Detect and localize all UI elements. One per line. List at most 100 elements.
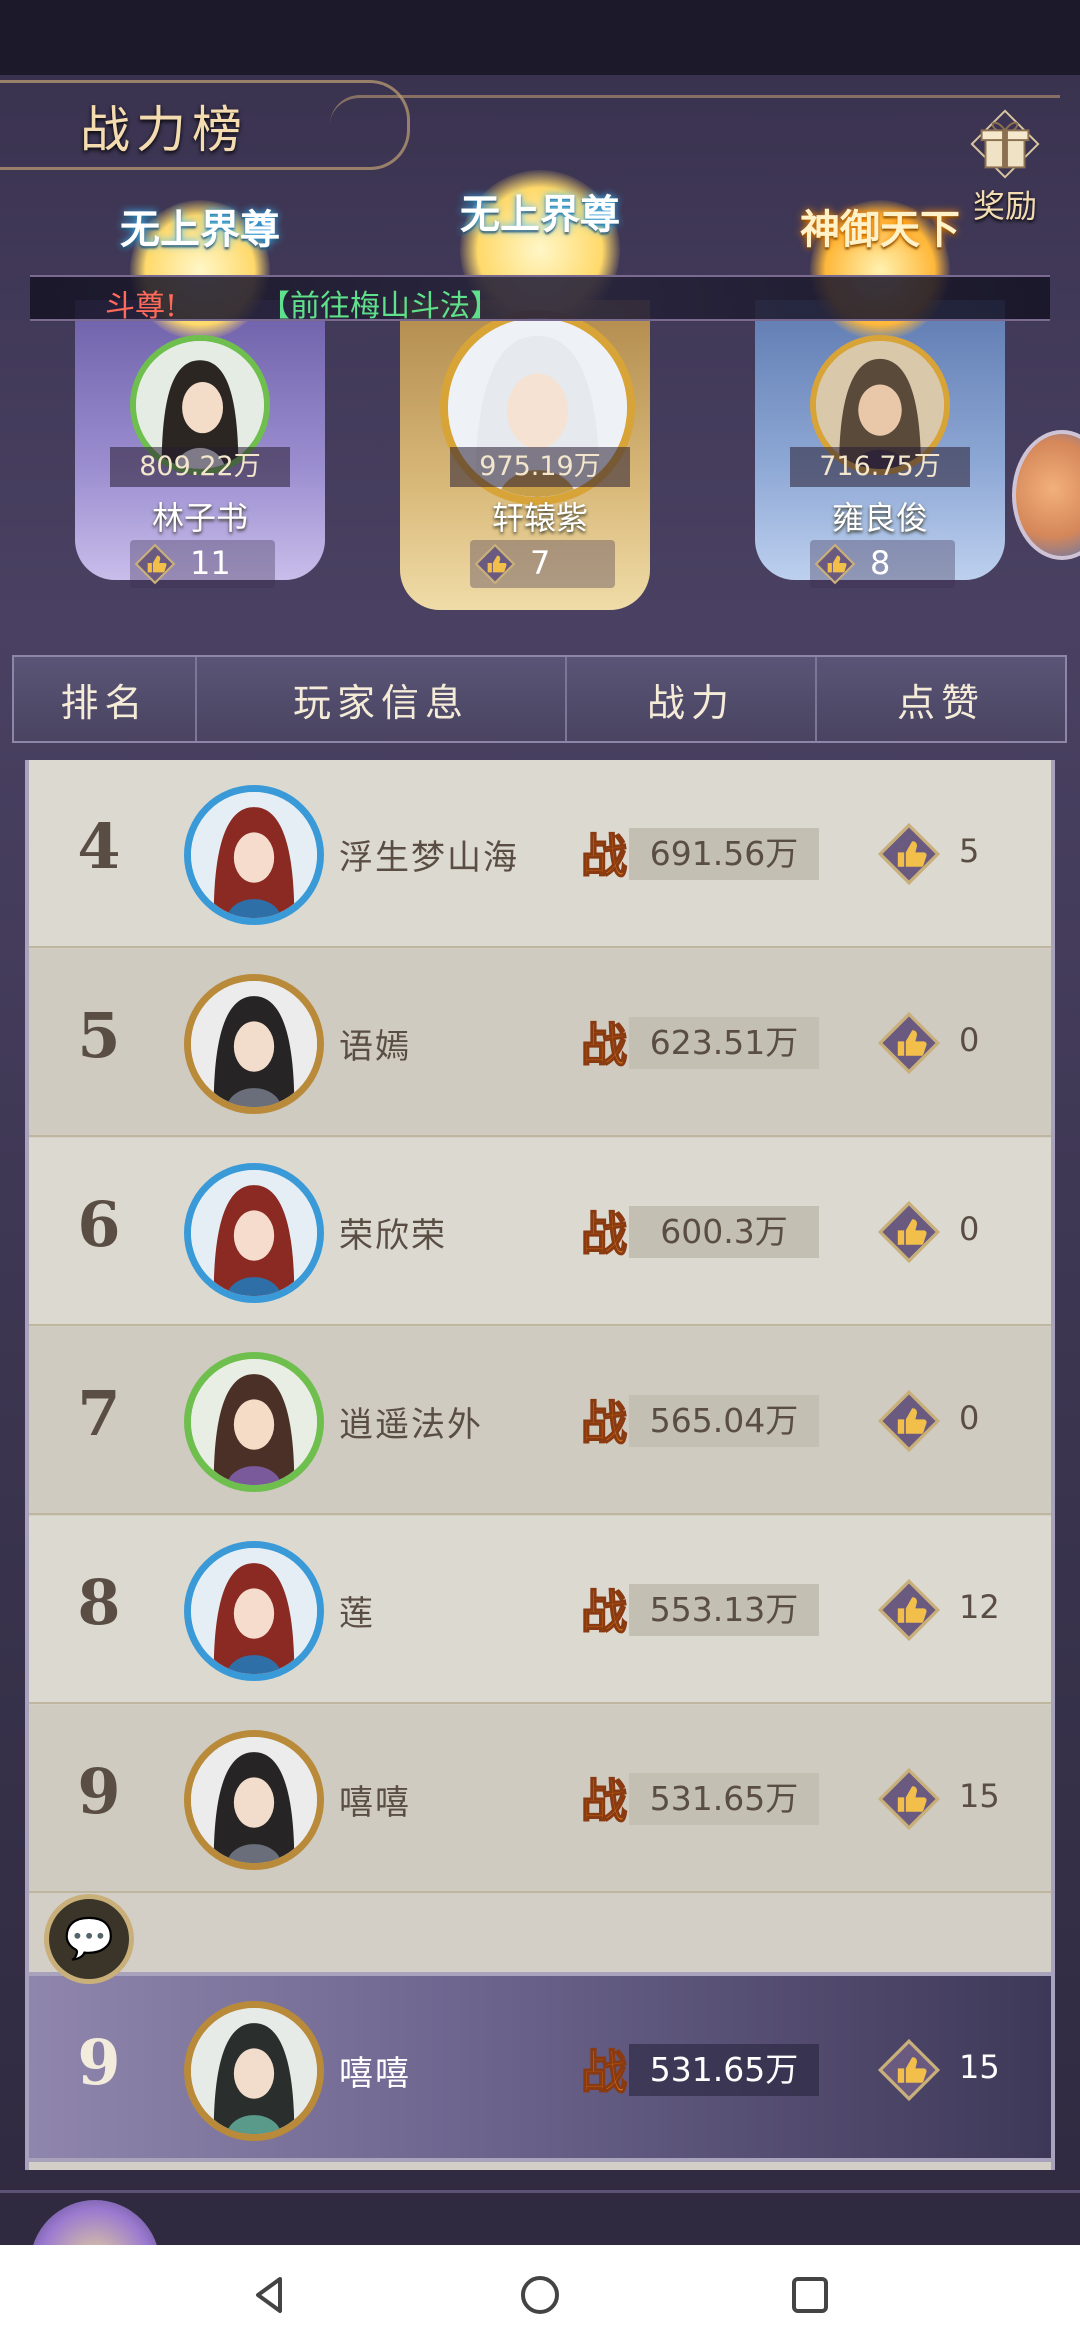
row-rank: 9 xyxy=(77,1755,121,1828)
thumbs-up-icon[interactable] xyxy=(877,1011,941,1075)
title-badge-rank-2: 无上界尊 xyxy=(120,206,280,253)
zhan-battle-icon: 战 xyxy=(580,1017,628,1073)
character-portrait xyxy=(191,792,317,918)
my-like-count: 15 xyxy=(959,2048,1000,2086)
zhan-battle-icon: 战 xyxy=(580,1395,628,1451)
row-rank: 7 xyxy=(77,1377,121,1450)
ticker-text: 斗尊! xyxy=(105,289,178,324)
svg-text:战: 战 xyxy=(581,1207,627,1261)
row-rank: 4 xyxy=(77,810,121,883)
recents-icon[interactable] xyxy=(780,2265,840,2325)
row-player-name: 莲 xyxy=(339,1594,375,1634)
row-power: 565.04万 xyxy=(629,1395,819,1447)
system-nav-bar xyxy=(0,2245,1080,2340)
thumbs-up-icon xyxy=(474,543,516,585)
row-player-name: 荣欣荣 xyxy=(339,1216,447,1256)
thumbs-up-icon xyxy=(814,543,856,585)
bottom-decoration xyxy=(0,2190,1080,2245)
svg-text:战: 战 xyxy=(581,1396,627,1450)
back-icon[interactable] xyxy=(240,2265,300,2325)
header-likes: 点赞 xyxy=(896,680,985,725)
ticker-link[interactable]: 【前往梅山斗法】 xyxy=(260,281,500,325)
table-row[interactable]: 5 语嫣 战 623.51万 0 xyxy=(29,949,1051,1137)
my-name: 嘻嘻 xyxy=(339,2054,411,2094)
my-rank: 9 xyxy=(77,2026,121,2099)
row-like-count: 0 xyxy=(959,1210,980,1248)
like-count: 8 xyxy=(870,544,891,582)
character-portrait xyxy=(191,1170,317,1296)
my-power: 531.65万 xyxy=(629,2044,819,2096)
svg-text:战: 战 xyxy=(581,2045,627,2099)
top-power-rank-3: 716.75万 xyxy=(790,447,970,487)
header-rank: 排名 xyxy=(14,657,197,741)
like-button-rank-3[interactable]: 8 xyxy=(810,540,955,588)
table-row[interactable]: 6 荣欣荣 战 600.3万 0 xyxy=(29,1138,1051,1326)
top-name-rank-3: 雍良俊 xyxy=(831,499,928,537)
page-title: 战力榜 xyxy=(80,101,248,159)
thumbs-up-icon[interactable] xyxy=(877,1389,941,1453)
character-portrait xyxy=(191,1548,317,1674)
status-bar xyxy=(0,0,1080,75)
zhan-battle-icon: 战 xyxy=(580,1773,628,1829)
row-avatar[interactable] xyxy=(184,1541,324,1681)
row-power: 531.65万 xyxy=(629,1773,819,1825)
row-avatar[interactable] xyxy=(184,974,324,1114)
table-row[interactable]: 7 逍遥法外 战 565.04万 0 xyxy=(29,1327,1051,1515)
announcement-ticker: 斗尊! 【前往梅山斗法】 xyxy=(30,275,1050,324)
row-power: 553.13万 xyxy=(629,1584,819,1636)
row-player-name: 逍遥法外 xyxy=(339,1405,483,1445)
header-power: 战力 xyxy=(567,657,817,741)
row-avatar[interactable] xyxy=(184,1730,324,1870)
top-power-rank-1: 975.19万 xyxy=(450,447,630,487)
row-power: 691.56万 xyxy=(629,828,819,880)
like-button-rank-1[interactable]: 7 xyxy=(470,540,615,588)
like-button-rank-2[interactable]: 11 xyxy=(130,540,275,588)
row-power: 623.51万 xyxy=(629,1017,819,1069)
thumbs-up-icon[interactable] xyxy=(877,1200,941,1264)
gift-icon xyxy=(970,109,1040,179)
my-avatar[interactable] xyxy=(184,2001,324,2141)
row-player-name: 浮生梦山海 xyxy=(339,838,519,878)
top-name-rank-1: 轩辕紫 xyxy=(491,499,588,537)
like-count: 7 xyxy=(530,544,551,582)
character-portrait xyxy=(191,981,317,1107)
table-row[interactable]: 9 嘻嘻 战 531.65万 15 xyxy=(29,1705,1051,1893)
thumbs-up-icon xyxy=(134,543,176,585)
character-portrait xyxy=(191,1359,317,1485)
thumbs-up-icon[interactable] xyxy=(877,1578,941,1642)
top-name-rank-2: 林子书 xyxy=(151,499,248,537)
table-row[interactable]: 8 莲 战 553.13万 12 xyxy=(29,1516,1051,1704)
title-badge-rank-3: 神御天下 xyxy=(800,206,960,253)
row-player-name: 嘻嘻 xyxy=(339,1783,411,1823)
row-rank: 6 xyxy=(77,1188,121,1261)
chat-button[interactable]: 💬 xyxy=(44,1894,134,1984)
zhan-battle-icon: 战 xyxy=(580,2044,628,2100)
zhan-battle-icon: 战 xyxy=(580,1584,628,1640)
row-rank: 5 xyxy=(77,999,121,1072)
chat-bubble-icon: 💬 xyxy=(64,1916,114,1962)
table-row[interactable]: 4 浮生梦山海 战 691.56万 5 xyxy=(29,760,1051,948)
row-player-name: 语嫣 xyxy=(339,1027,411,1067)
row-avatar[interactable] xyxy=(184,1163,324,1303)
table-header: 排名 玩家信息 战力 点赞 xyxy=(12,655,1067,743)
row-like-count: 12 xyxy=(959,1588,1000,1626)
row-like-count: 0 xyxy=(959,1021,980,1059)
title-badge-rank-1: 无上界尊 xyxy=(460,191,620,238)
row-avatar[interactable] xyxy=(184,1352,324,1492)
row-avatar[interactable] xyxy=(184,785,324,925)
svg-text:战: 战 xyxy=(581,1018,627,1072)
row-like-count: 0 xyxy=(959,1399,980,1437)
home-icon[interactable] xyxy=(510,2265,570,2325)
row-rank: 8 xyxy=(77,1566,121,1639)
svg-text:战: 战 xyxy=(581,1585,627,1639)
row-like-count: 15 xyxy=(959,1777,1000,1815)
zhan-battle-icon: 战 xyxy=(580,1206,628,1262)
svg-text:战: 战 xyxy=(581,829,627,883)
thumbs-up-icon[interactable] xyxy=(877,2038,941,2102)
character-portrait xyxy=(191,1737,317,1863)
thumbs-up-icon[interactable] xyxy=(877,1767,941,1831)
header-player-info: 玩家信息 xyxy=(197,657,567,741)
zhan-battle-icon: 战 xyxy=(580,828,628,884)
thumbs-up-icon[interactable] xyxy=(877,822,941,886)
ranking-list[interactable]: 4 浮生梦山海战 691.56万 5 5 语嫣战 623.51万 0 6 荣欣荣战 600.3万 0 7… xyxy=(25,760,1055,2170)
